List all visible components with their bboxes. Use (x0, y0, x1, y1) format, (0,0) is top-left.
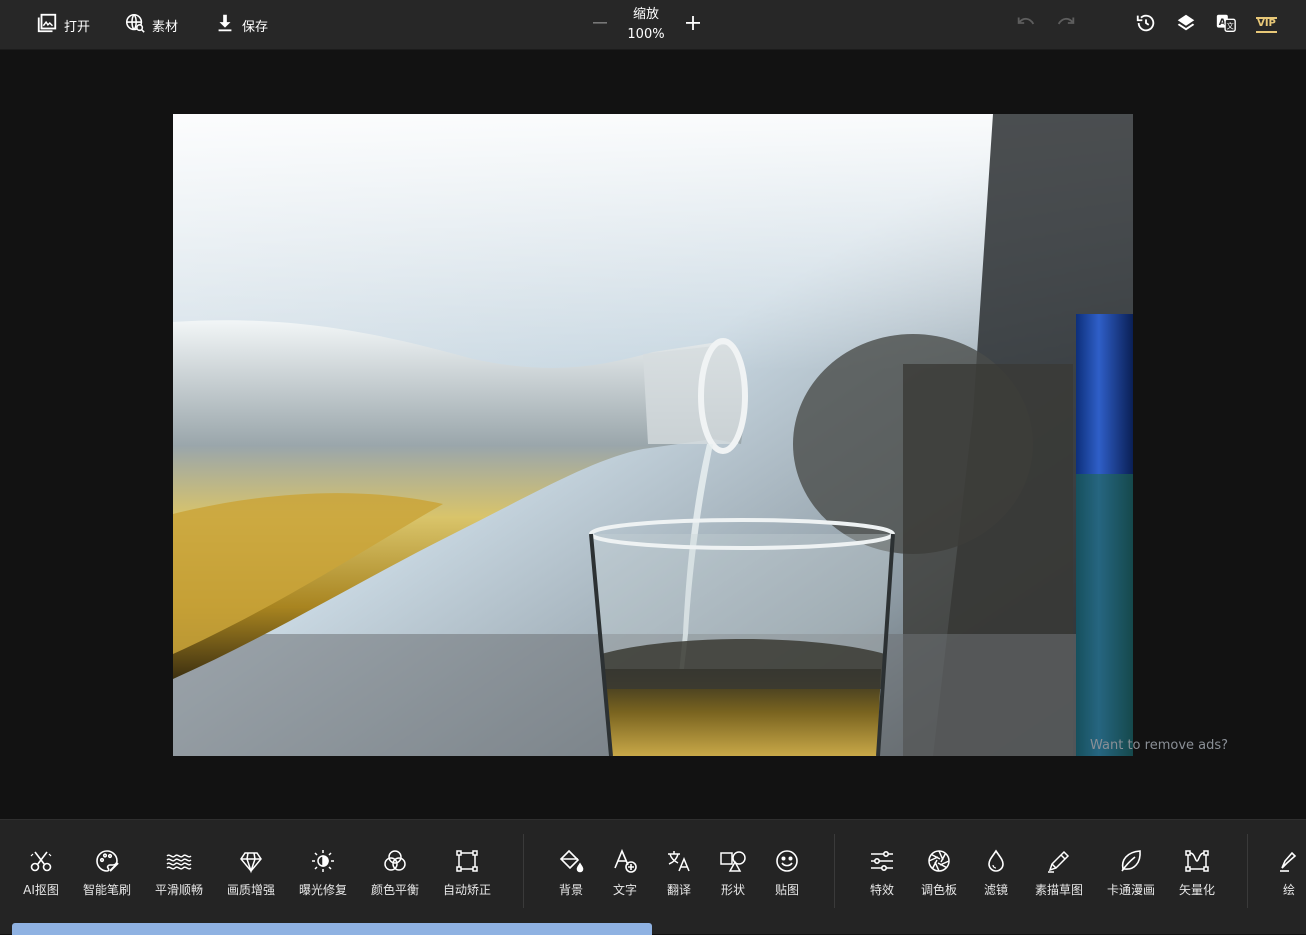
shapes-icon (720, 848, 746, 878)
zoom-title: 缩放 (632, 7, 659, 22)
tool-color-balance[interactable]: 颜色平衡 (370, 848, 420, 900)
tool-label: 矢量化 (1178, 883, 1215, 897)
tool-label: 卡通漫画 (1106, 883, 1155, 897)
tool-label: 素描草图 (1034, 883, 1083, 897)
tool-shapes[interactable]: 形状 (716, 848, 750, 900)
drop-icon (983, 848, 1009, 878)
history-icon (1135, 12, 1157, 38)
tool-label: 贴图 (774, 883, 799, 897)
text-add-icon (612, 848, 638, 878)
zoom-indicator: 缩放 100% (612, 5, 680, 45)
vip-badge[interactable]: VIP (1256, 17, 1277, 33)
sliders-icon (869, 848, 895, 878)
tool-label: 曝光修复 (298, 883, 347, 897)
undo-icon (1015, 12, 1037, 38)
layers-button[interactable] (1174, 13, 1198, 37)
undo-button[interactable] (1014, 13, 1038, 37)
crop-frame-icon (454, 848, 480, 878)
bottom-toolbar: AI抠图 智能笔刷 平滑顺畅 画质增强 曝光修复 颜色平衡 自动矫正 背景 文字… (0, 819, 1306, 935)
paint-bucket-icon (558, 848, 584, 878)
color-circles-icon (382, 848, 408, 878)
tool-label: AI抠图 (23, 883, 59, 897)
tool-label: 滤镜 (983, 883, 1008, 897)
tool-label: 形状 (720, 883, 745, 897)
open-button[interactable]: 打开 (36, 0, 90, 50)
editor-canvas: Want to remove ads? (0, 51, 1306, 819)
remove-ads-link[interactable]: Want to remove ads? (1090, 738, 1228, 753)
diamond-icon (238, 848, 264, 878)
tool-translate[interactable]: 翻译 (662, 848, 696, 900)
vector-nodes-icon (1184, 848, 1210, 878)
history-button[interactable] (1134, 13, 1158, 37)
tool-stickers[interactable]: 贴图 (770, 848, 804, 900)
tool-quality-enhance[interactable]: 画质增强 (226, 848, 276, 900)
smiley-icon (774, 848, 800, 878)
redo-button[interactable] (1054, 13, 1078, 37)
tool-auto-correct[interactable]: 自动矫正 (442, 848, 492, 900)
tool-smooth[interactable]: 平滑顺畅 (154, 848, 204, 900)
tool-label: 绘 (1282, 883, 1295, 897)
plus-icon (683, 13, 703, 37)
tool-background[interactable]: 背景 (554, 848, 588, 900)
tool-filters[interactable]: 滤镜 (978, 848, 1014, 900)
pen-icon (1278, 848, 1300, 878)
tool-label: 自动矫正 (442, 883, 491, 897)
tool-label: 画质增强 (226, 883, 275, 897)
open-label: 打开 (64, 19, 91, 35)
tool-effects[interactable]: 特效 (864, 848, 900, 900)
tool-label: 调色板 (920, 883, 957, 897)
pencil-icon (1046, 848, 1072, 878)
brightness-icon (310, 848, 336, 878)
download-icon (214, 12, 236, 38)
translate-icon (666, 848, 692, 878)
tool-label: 背景 (558, 883, 583, 897)
toolbar-divider (523, 834, 524, 908)
redo-icon (1055, 12, 1077, 38)
tool-sketch[interactable]: 素描草图 (1032, 848, 1086, 900)
tool-draw[interactable]: 绘 (1278, 848, 1300, 900)
toolbar-divider (1247, 834, 1248, 908)
assets-button[interactable]: 素材 (124, 0, 178, 50)
save-button[interactable]: 保存 (214, 0, 268, 50)
tool-text[interactable]: 文字 (608, 848, 642, 900)
palette-brush-icon (94, 848, 120, 878)
tool-label: 智能笔刷 (82, 883, 131, 897)
leaf-icon (1118, 848, 1144, 878)
tool-smart-brush[interactable]: 智能笔刷 (82, 848, 132, 900)
waves-icon (166, 848, 192, 878)
photo-image[interactable] (173, 114, 1133, 756)
toolbar-divider (834, 834, 835, 908)
tool-cartoon[interactable]: 卡通漫画 (1104, 848, 1158, 900)
tool-label: 文字 (612, 883, 637, 897)
tool-vectorize[interactable]: 矢量化 (1176, 848, 1218, 900)
language-button[interactable]: A文 (1214, 13, 1238, 37)
tool-label: 翻译 (666, 883, 691, 897)
tool-color-palette[interactable]: 调色板 (918, 848, 960, 900)
tool-ai-cutout[interactable]: AI抠图 (20, 848, 62, 900)
assets-label: 素材 (152, 19, 179, 35)
top-toolbar: 打开 素材 保存 缩放 100% A 文 VIP (0, 0, 1306, 50)
translate-icon: A文 (1215, 12, 1237, 38)
zoom-out-button[interactable] (587, 12, 613, 38)
minus-icon (590, 13, 610, 37)
globe-search-icon (124, 12, 146, 38)
save-label: 保存 (242, 19, 269, 35)
tool-label: 颜色平衡 (370, 883, 419, 897)
image-open-icon (36, 12, 58, 38)
zoom-in-button[interactable] (680, 12, 706, 38)
svg-text:文: 文 (1226, 22, 1234, 31)
layers-icon (1175, 12, 1197, 38)
zoom-value: 100% (627, 27, 665, 42)
aperture-icon (926, 848, 952, 878)
toolbar-scrollbar[interactable] (12, 923, 652, 935)
tool-exposure-fix[interactable]: 曝光修复 (298, 848, 348, 900)
tool-label: 平滑顺畅 (154, 883, 203, 897)
scissors-icon (28, 848, 54, 878)
tool-label: 特效 (869, 883, 894, 897)
